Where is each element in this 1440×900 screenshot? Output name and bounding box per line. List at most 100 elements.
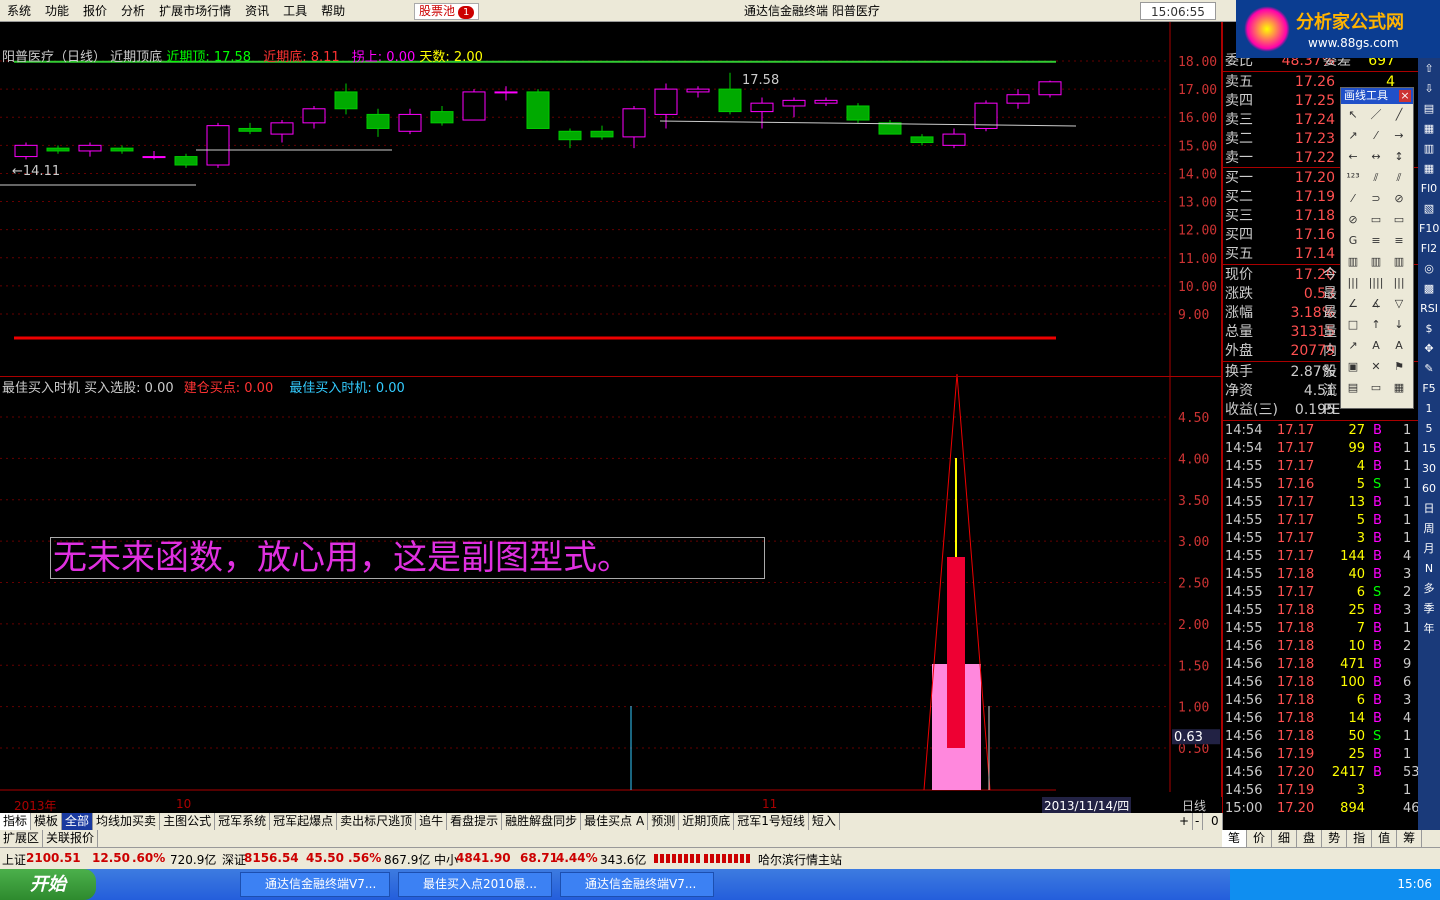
ext-tab-0[interactable]: 扩展区 <box>0 830 44 847</box>
side-icon-27[interactable]: 季 <box>1419 600 1439 618</box>
task-tdx-1[interactable]: 通达信金融终端V7... <box>240 872 390 897</box>
draw-tool-icon[interactable]: ↕ <box>1388 147 1410 167</box>
side-icon-16[interactable]: F5 <box>1419 380 1439 398</box>
side-icon-7[interactable]: ▧ <box>1419 200 1439 218</box>
draw-tool-icon[interactable]: ↗ <box>1342 336 1364 356</box>
tab-15[interactable]: 短入 <box>809 813 840 830</box>
chart-area[interactable]: 18.00 17.00 16.00 15.00 14.00 13.00 12.00 11.00… <box>0 22 1222 830</box>
draw-tool-icon[interactable]: ↖ <box>1342 105 1364 125</box>
side-icon-14[interactable]: ✥ <box>1419 340 1439 358</box>
side-icon-13[interactable]: $ <box>1419 320 1439 338</box>
draw-tool-icon[interactable]: ▥ <box>1342 252 1364 272</box>
right-tab-0[interactable]: 笔 <box>1222 830 1248 847</box>
side-icon-17[interactable]: 1 <box>1419 400 1439 418</box>
right-tab-4[interactable]: 势 <box>1322 830 1348 847</box>
draw-tool-icon[interactable]: ▤ <box>1342 378 1364 398</box>
zoom-btn-1[interactable]: - <box>1192 813 1204 830</box>
menu-function[interactable]: 功能 <box>38 0 76 22</box>
draw-tool-icon[interactable]: ／ <box>1365 105 1387 125</box>
tab-3[interactable]: 均线加买卖 <box>93 813 161 830</box>
draw-tool-icon[interactable]: ⁄ <box>1365 126 1387 146</box>
draw-tools-panel[interactable]: 画线工具 × ↖ ／ ╱↗ ⁄ →← ↔ ↕¹²³ ⫽ ⫽⁄ ⊃ ⊘⊘ ▭ ▭G ≡ ≡▥ ▥ ▥||| |||| |… <box>1340 87 1414 409</box>
side-icon-1[interactable]: ⇩ <box>1419 80 1439 98</box>
zoom-btn-0[interactable]: + <box>1176 813 1194 830</box>
tab-5[interactable]: 冠军系统 <box>215 813 271 830</box>
draw-tool-icon[interactable]: ⊘ <box>1342 210 1364 230</box>
draw-tool-icon[interactable]: ▣ <box>1342 357 1364 377</box>
right-tab-6[interactable]: 值 <box>1372 830 1398 847</box>
draw-tool-icon[interactable]: ▦ <box>1388 378 1410 398</box>
tab-10[interactable]: 融胜解盘同步 <box>502 813 582 830</box>
draw-tool-icon[interactable]: ⁄ <box>1342 189 1364 209</box>
draw-tool-icon[interactable]: ⫽ <box>1365 168 1387 188</box>
draw-tool-icon[interactable]: A <box>1365 336 1387 356</box>
draw-tool-icon[interactable]: ⫽ <box>1388 168 1410 188</box>
tab-12[interactable]: 预测 <box>648 813 680 830</box>
side-icon-6[interactable]: Fl0 <box>1419 180 1439 198</box>
side-icon-4[interactable]: ▥ <box>1419 140 1439 158</box>
tab-6[interactable]: 冠军起爆点 <box>270 813 338 830</box>
side-icon-25[interactable]: N <box>1419 560 1439 578</box>
draw-tool-icon[interactable]: ∠ <box>1342 294 1364 314</box>
menu-ext-market[interactable]: 扩展市场行情 <box>152 0 238 22</box>
side-icon-21[interactable]: 60 <box>1419 480 1439 498</box>
side-icon-20[interactable]: 30 <box>1419 460 1439 478</box>
tab-9[interactable]: 看盘提示 <box>447 813 503 830</box>
period-label[interactable]: 日线 <box>1182 797 1206 814</box>
tab-4[interactable]: 主图公式 <box>160 813 216 830</box>
tab-13[interactable]: 近期顶底 <box>679 813 735 830</box>
draw-tool-icon[interactable]: ╱ <box>1388 105 1410 125</box>
tab-8[interactable]: 追牛 <box>416 813 448 830</box>
side-icon-15[interactable]: ✎ <box>1419 360 1439 378</box>
menu-quote[interactable]: 报价 <box>76 0 114 22</box>
side-icon-11[interactable]: ▩ <box>1419 280 1439 298</box>
task-tdx-2[interactable]: 通达信金融终端V7... <box>560 872 714 897</box>
draw-tool-icon[interactable]: ⚑ <box>1388 357 1410 377</box>
draw-tool-icon[interactable]: ▥ <box>1365 252 1387 272</box>
draw-tool-icon[interactable]: ▽ <box>1388 294 1410 314</box>
right-tab-1[interactable]: 价 <box>1247 830 1273 847</box>
draw-tool-icon[interactable]: ⊃ <box>1365 189 1387 209</box>
draw-tool-icon[interactable]: ▥ <box>1388 252 1410 272</box>
side-icon-9[interactable]: Fl2 <box>1419 240 1439 258</box>
draw-tool-icon[interactable]: ▭ <box>1365 378 1387 398</box>
draw-tool-icon[interactable]: ↑ <box>1365 315 1387 335</box>
side-icon-8[interactable]: F10 <box>1419 220 1439 238</box>
side-icon-28[interactable]: 年 <box>1419 620 1439 638</box>
draw-tool-icon[interactable]: ← <box>1342 147 1364 167</box>
side-icon-10[interactable]: ◎ <box>1419 260 1439 278</box>
draw-tool-icon[interactable]: ∡ <box>1365 294 1387 314</box>
task-formula[interactable]: 最佳买入点2010最... <box>398 872 552 897</box>
zoom-btn-2[interactable]: 0 <box>1208 813 1223 830</box>
tab-2[interactable]: 全部 <box>62 813 94 830</box>
menu-info[interactable]: 资讯 <box>238 0 276 22</box>
draw-tool-icon[interactable]: ||| <box>1388 273 1410 293</box>
tab-7[interactable]: 卖出标尺逃顶 <box>337 813 417 830</box>
draw-tool-icon[interactable]: → <box>1388 126 1410 146</box>
draw-tool-icon[interactable]: ↗ <box>1342 126 1364 146</box>
menu-help[interactable]: 帮助 <box>314 0 352 22</box>
right-tab-5[interactable]: 指 <box>1347 830 1373 847</box>
side-icon-26[interactable]: 多 <box>1419 580 1439 598</box>
side-icon-5[interactable]: ▦ <box>1419 160 1439 178</box>
side-icon-23[interactable]: 周 <box>1419 520 1439 538</box>
draw-tool-icon[interactable]: ↓ <box>1388 315 1410 335</box>
start-button[interactable]: 开始 <box>0 869 96 900</box>
ext-tab-1[interactable]: 关联报价 <box>43 830 99 847</box>
side-icon-12[interactable]: RSI <box>1419 300 1439 318</box>
draw-tool-icon[interactable]: ▭ <box>1388 210 1410 230</box>
draw-tool-icon[interactable]: ▭ <box>1365 210 1387 230</box>
draw-tool-icon[interactable]: ↔ <box>1365 147 1387 167</box>
tab-14[interactable]: 冠军1号短线 <box>734 813 809 830</box>
menu-system[interactable]: 系统 <box>0 0 38 22</box>
menu-analysis[interactable]: 分析 <box>114 0 152 22</box>
draw-tool-icon[interactable]: ⊘ <box>1388 189 1410 209</box>
draw-tool-icon[interactable]: ¹²³ <box>1342 168 1364 188</box>
draw-tool-icon[interactable]: □ <box>1342 315 1364 335</box>
side-icon-3[interactable]: ▦ <box>1419 120 1439 138</box>
draw-tool-icon[interactable]: ✕ <box>1365 357 1387 377</box>
menu-tools[interactable]: 工具 <box>276 0 314 22</box>
tab-0[interactable]: 指标 <box>0 813 32 830</box>
right-tab-7[interactable]: 筹 <box>1397 830 1423 847</box>
draw-tool-icon[interactable]: |||| <box>1365 273 1387 293</box>
